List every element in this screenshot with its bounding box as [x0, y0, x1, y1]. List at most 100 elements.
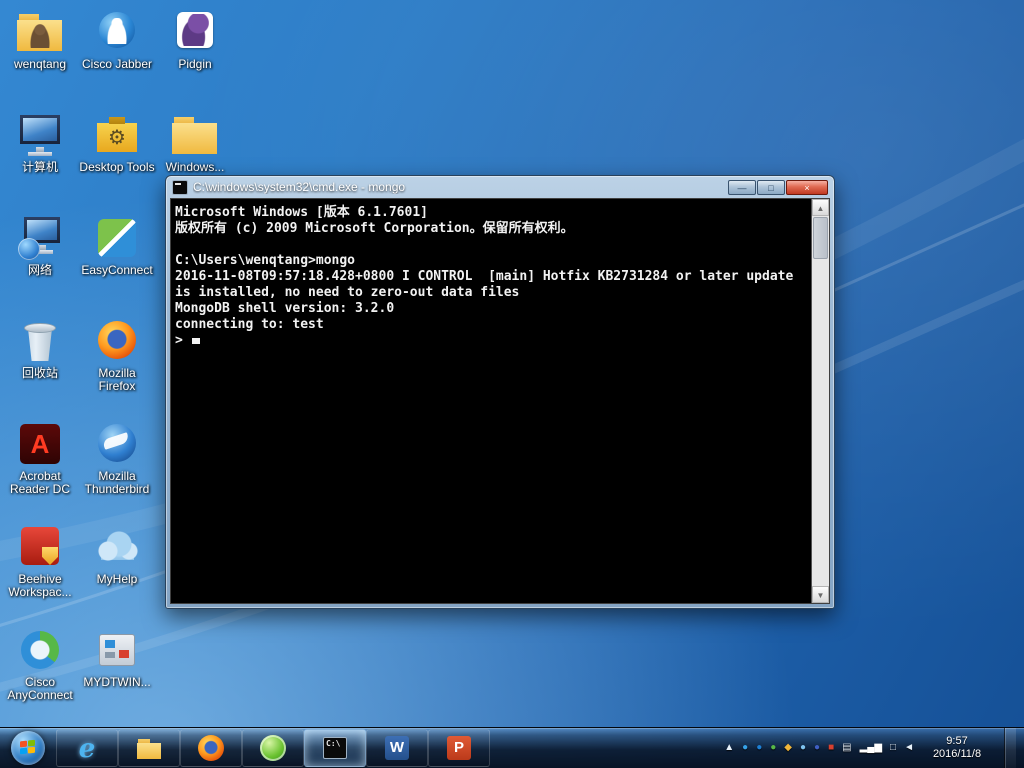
- desktop-icon-beehive[interactable]: Beehive Workspac...: [2, 523, 78, 599]
- desktop-icon-label: Cisco AnyConnect: [7, 675, 73, 702]
- desktop-icon-myhelp[interactable]: MyHelp: [79, 523, 155, 586]
- console-output[interactable]: Microsoft Windows [版本 6.1.7601] 版权所有 (c) …: [170, 198, 830, 604]
- desktop-icon-label: Acrobat Reader DC: [9, 469, 71, 496]
- toolbox-icon: [93, 111, 141, 159]
- anyconnect-icon: [16, 626, 64, 674]
- cmd-window[interactable]: C:\windows\system32\cmd.exe - mongo — □ …: [165, 175, 835, 609]
- desktop-icon-user-folder[interactable]: wenqtang: [2, 8, 78, 71]
- tray-notes-icon[interactable]: ▤: [842, 728, 851, 768]
- desktop: wenqtang 计算机 网络 回收站 Acrobat Reader DC Be…: [0, 0, 1024, 768]
- desktop-icon-label: Mozilla Firefox: [98, 366, 136, 393]
- tray-comm-icon[interactable]: ●: [814, 728, 820, 768]
- tray-red-app-icon[interactable]: ■: [828, 728, 834, 768]
- desktop-icon-network[interactable]: 网络: [2, 214, 78, 277]
- taskbar-button-explorer[interactable]: [118, 729, 180, 767]
- acrobat-icon: [16, 420, 64, 468]
- desktop-icon-toolbox[interactable]: Desktop Tools: [79, 111, 155, 174]
- desktop-icon-acrobat[interactable]: Acrobat Reader DC: [2, 420, 78, 496]
- scroll-up-icon[interactable]: ▲: [812, 199, 829, 216]
- desktop-icon-pidgin[interactable]: Pidgin: [157, 8, 233, 71]
- desktop-icon-recycle-bin[interactable]: 回收站: [2, 317, 78, 380]
- console-line: connecting to: test: [175, 317, 324, 332]
- computer-icon: [16, 111, 64, 159]
- desktop-icon-thunderbird[interactable]: Mozilla Thunderbird: [79, 420, 155, 496]
- thunderbird-icon: [93, 420, 141, 468]
- console-cursor: [191, 338, 200, 344]
- taskbar: ▲●●●◆●●■▤▂▄▆□◄ 9:57 2016/11/8: [0, 727, 1024, 768]
- recycle-bin-icon: [16, 317, 64, 365]
- desktop-icon-label: wenqtang: [13, 57, 67, 71]
- taskbar-button-firefox[interactable]: [180, 729, 242, 767]
- start-button[interactable]: [11, 731, 45, 765]
- firefox-icon: [197, 734, 225, 762]
- ie-icon: [73, 734, 101, 762]
- user-folder-icon: [16, 8, 64, 56]
- desktop-icon-label: MyHelp: [96, 572, 138, 586]
- signal-strength-icon[interactable]: ▂▄▆: [860, 728, 882, 768]
- desktop-icon-label: Desktop Tools: [79, 160, 155, 174]
- desktop-icon-folder[interactable]: Windows...: [157, 111, 233, 174]
- desktop-icon-label: 计算机: [21, 160, 58, 174]
- easyconnect-icon: [93, 214, 141, 262]
- cmd-icon: [321, 734, 349, 762]
- tray-blue-app-icon[interactable]: ●: [742, 728, 748, 768]
- system-tray: ▲ ● ● ● ◆ ● ● ■ ▤ ▂▄▆ □ ◄ 9:57 2016/11/8: [724, 728, 1024, 768]
- taskbar-button-word[interactable]: [366, 729, 428, 767]
- desktop-icon-easyconnect[interactable]: EasyConnect: [79, 214, 155, 277]
- jabber-icon: [93, 8, 141, 56]
- beehive-icon: [16, 523, 64, 571]
- desktop-icon-anyconnect[interactable]: Cisco AnyConnect: [2, 626, 78, 702]
- volume-icon[interactable]: ◄: [904, 728, 914, 768]
- desktop-icon-jabber[interactable]: Cisco Jabber: [79, 8, 155, 71]
- network-icon[interactable]: □: [890, 728, 896, 768]
- console-line: 2016-11-08T09:57:18.428+0800 I CONTROL […: [175, 269, 794, 284]
- pidgin-icon: [171, 8, 219, 56]
- console-line: Microsoft Windows [版本 6.1.7601]: [175, 205, 428, 220]
- desktop-icon-firefox[interactable]: Mozilla Firefox: [79, 317, 155, 393]
- console-scrollbar[interactable]: ▲ ▼: [811, 199, 829, 603]
- firefox-icon: [93, 317, 141, 365]
- folder-icon: [171, 111, 219, 159]
- console-text: Microsoft Windows [版本 6.1.7601] 版权所有 (c) …: [175, 205, 808, 603]
- taskbar-button-cmd[interactable]: [304, 729, 366, 767]
- scroll-down-icon[interactable]: ▼: [812, 586, 829, 603]
- scrollbar-thumb[interactable]: [813, 217, 828, 259]
- desktop-icon-label: 回收站: [21, 366, 58, 380]
- browser-icon: [259, 734, 287, 762]
- taskbar-button-browser[interactable]: [242, 729, 304, 767]
- tray-icon-row: ▲ ● ● ● ◆ ● ● ■ ▤ ▂▄▆ □ ◄: [724, 728, 914, 768]
- clock-date: 2016/11/8: [932, 748, 982, 760]
- tray-shield-icon[interactable]: ◆: [784, 728, 792, 768]
- clock-time: 9:57: [946, 735, 968, 747]
- powerpoint-icon: [445, 734, 473, 762]
- windows-flag-icon: [20, 740, 27, 748]
- word-icon: [383, 734, 411, 762]
- window-titlebar[interactable]: C:\windows\system32\cmd.exe - mongo — □ …: [166, 176, 834, 198]
- desktop-icon-label: Cisco Jabber: [81, 57, 153, 71]
- installer-icon: [93, 626, 141, 674]
- desktop-icon-installer[interactable]: MYDTWIN...: [79, 626, 155, 689]
- hidden-icons-chevron[interactable]: ▲: [724, 728, 734, 768]
- maximize-button[interactable]: □: [757, 179, 785, 195]
- console-line: is installed, no need to zero-out data f…: [175, 285, 520, 300]
- taskbar-button-powerpoint[interactable]: [428, 729, 490, 767]
- window-controls: — □ ×: [728, 179, 828, 195]
- tray-cloud-icon[interactable]: ●: [800, 728, 806, 768]
- desktop-icon-label: Beehive Workspac...: [8, 572, 72, 599]
- cmd-icon: [172, 179, 188, 195]
- desktop-icon-label: MYDTWIN...: [83, 675, 151, 689]
- taskbar-clock[interactable]: 9:57 2016/11/8: [922, 735, 992, 761]
- desktop-icon-computer[interactable]: 计算机: [2, 111, 78, 174]
- show-desktop-button[interactable]: [1004, 728, 1016, 768]
- minimize-button[interactable]: —: [728, 179, 756, 195]
- tray-green-app-icon[interactable]: ●: [770, 728, 776, 768]
- desktop-icon-label: Mozilla Thunderbird: [84, 469, 150, 496]
- console-line: >: [175, 333, 808, 349]
- console-line: 版权所有 (c) 2009 Microsoft Corporation。保留所有…: [175, 221, 574, 236]
- taskbar-button-ie[interactable]: [56, 729, 118, 767]
- desktop-icon-label: Pidgin: [178, 57, 212, 71]
- close-button[interactable]: ×: [786, 179, 828, 195]
- tray-jabber-icon[interactable]: ●: [756, 728, 762, 768]
- explorer-icon: [135, 734, 163, 762]
